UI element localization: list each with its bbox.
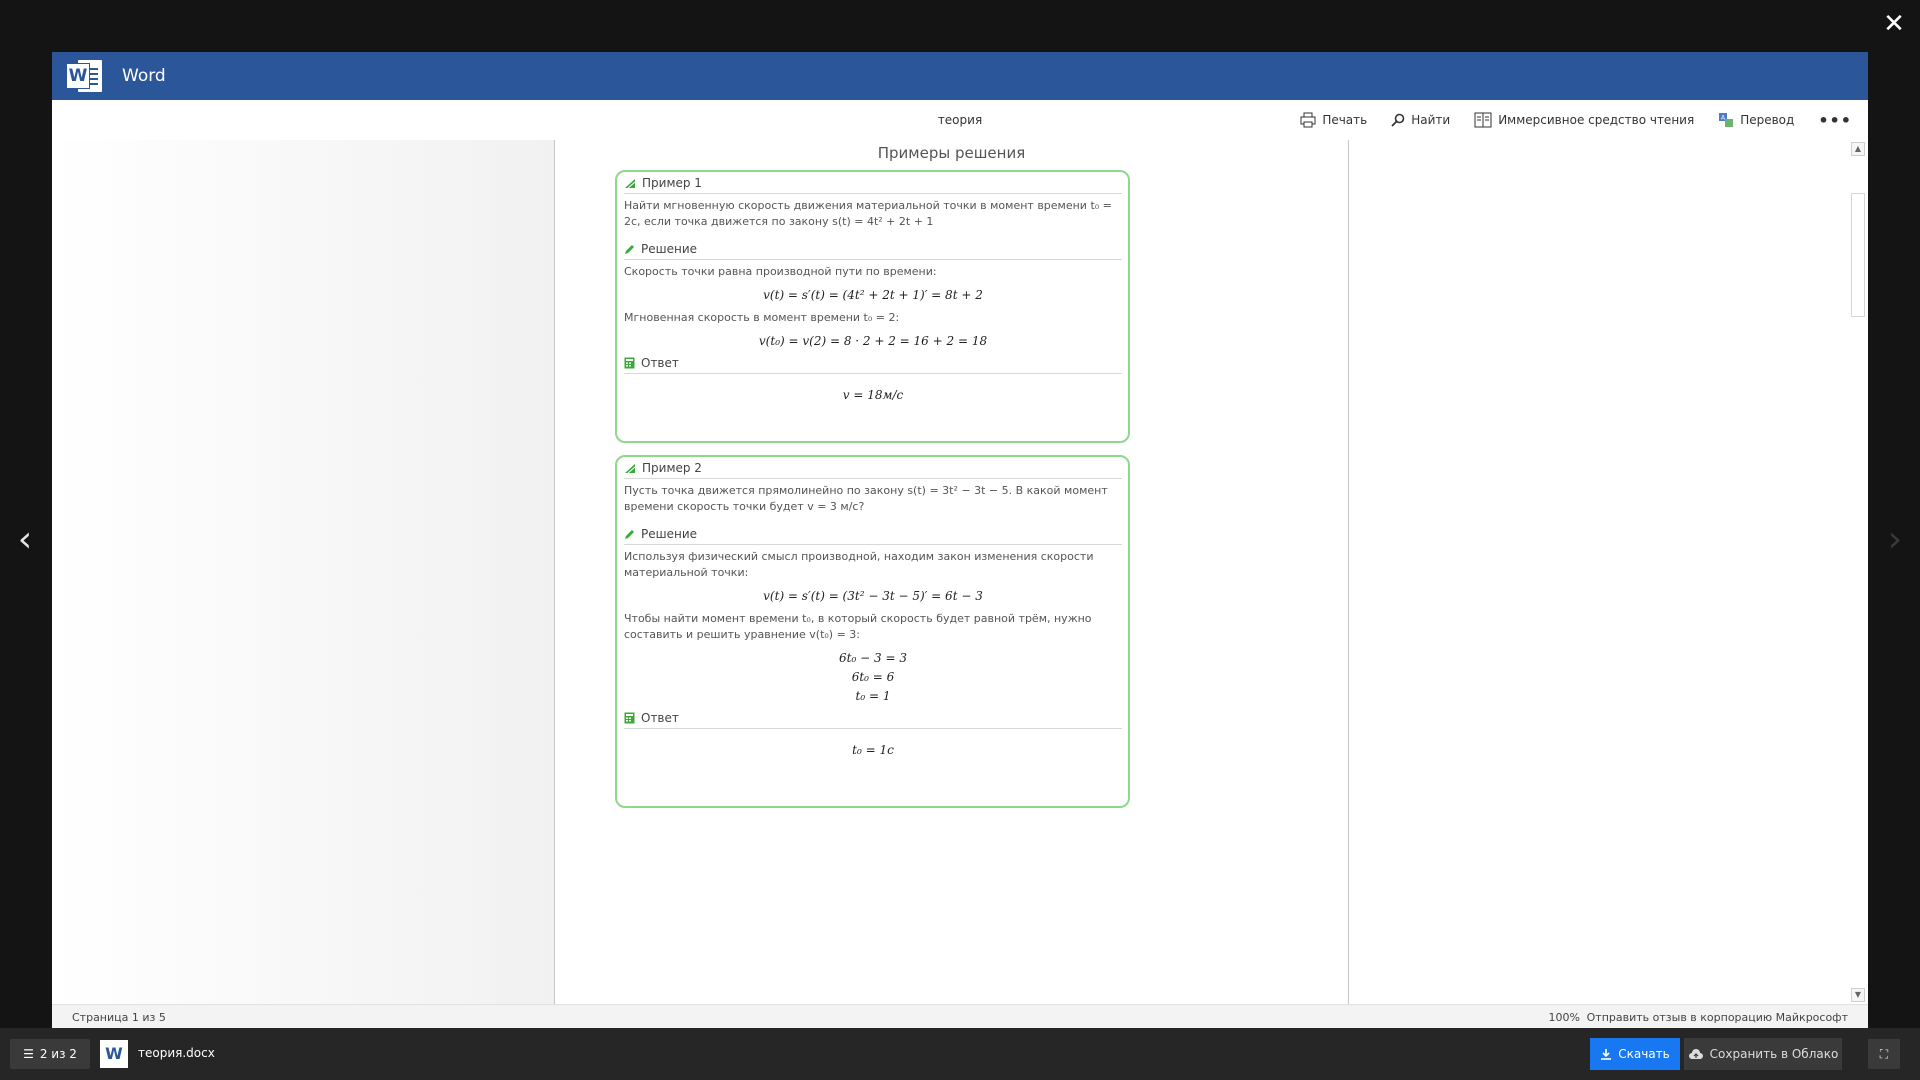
calculator-icon <box>624 357 635 369</box>
calculator-icon <box>624 712 635 724</box>
section-title: Примеры решения <box>877 144 1026 162</box>
solution-text: Скорость точки равна производной пути по… <box>624 265 937 278</box>
answer-title: Ответ <box>641 356 679 370</box>
translate-icon: A <box>1719 113 1734 127</box>
pencil-icon <box>625 529 634 539</box>
bottom-bar: ☰ 2 из 2 W теория.docx Скачать Сохранить… <box>0 1028 1920 1080</box>
immersive-reader-label: Иммерсивное средство чтения <box>1498 113 1695 127</box>
solution-title: Решение <box>641 527 698 541</box>
solution-text: Чтобы найти момент времени t₀, в который… <box>624 612 1092 641</box>
app-name: Word <box>122 66 166 86</box>
download-label: Скачать <box>1618 1047 1670 1061</box>
close-icon[interactable]: ✕ <box>1880 10 1908 38</box>
example-block: Пример 2 Пусть точка движется прямолиней… <box>615 455 1130 808</box>
equation-system: 6t₀ − 3 = 3 6t₀ = 6 t₀ = 1 <box>624 651 1122 703</box>
example-problem: Найти мгновенную скорость движения матер… <box>624 199 1112 228</box>
example-header: Пример 2 <box>624 461 1122 479</box>
solution-text: Мгновенная скорость в момент времени t₀ … <box>624 311 900 324</box>
document-viewer: W Word теория Печать Найти Иммерсивное с… <box>52 52 1868 1028</box>
download-button[interactable]: Скачать <box>1590 1038 1680 1070</box>
formula: v(t₀) = v(2) = 8 · 2 + 2 = 16 + 2 = 18 <box>758 334 988 348</box>
zoom-level[interactable]: 100% <box>1549 1011 1580 1024</box>
download-icon <box>1601 1049 1612 1060</box>
print-label: Печать <box>1322 113 1368 127</box>
scroll-thumb[interactable] <box>1851 193 1865 317</box>
example-header: Пример 1 <box>624 176 1122 194</box>
solution-header: Решение <box>624 527 1122 545</box>
translate-label: Перевод <box>1740 113 1795 127</box>
example-icon <box>625 463 636 473</box>
word-header: W Word <box>52 52 1868 100</box>
file-counter: 2 из 2 <box>39 1047 77 1061</box>
example-problem: Пусть точка движется прямолинейно по зак… <box>624 484 1108 513</box>
equation: 6t₀ − 3 = 3 <box>839 651 907 665</box>
answer-value: v = 18м/с <box>842 388 904 402</box>
more-icon[interactable]: ••• <box>1818 111 1852 130</box>
word-logo-icon: W <box>66 58 102 94</box>
answer-value: t₀ = 1c <box>852 743 894 757</box>
solution-text: Используя физический смысл производной, … <box>624 550 1094 579</box>
print-icon <box>1300 112 1316 128</box>
example-title: Пример 2 <box>642 461 702 475</box>
save-to-cloud-button[interactable]: Сохранить в Облако <box>1684 1038 1842 1070</box>
example-icon <box>625 178 636 188</box>
answer-header: Ответ <box>624 356 1122 374</box>
find-label: Найти <box>1411 113 1451 127</box>
page-count: Страница 1 из 5 <box>72 1011 166 1024</box>
example-title: Пример 1 <box>642 176 702 190</box>
cloud-label: Сохранить в Облако <box>1709 1047 1839 1061</box>
answer-header: Ответ <box>624 711 1122 729</box>
scroll-down-icon[interactable]: ▼ <box>1851 988 1865 1002</box>
file-counter-button[interactable]: ☰ 2 из 2 <box>10 1039 90 1069</box>
immersive-reader-icon <box>1474 112 1492 128</box>
formula: v(t) = s′(t) = (4t² + 2t + 1)′ = 8t + 2 <box>763 288 983 302</box>
status-bar: Страница 1 из 5 100% Отправить отзыв в к… <box>52 1004 1868 1028</box>
scroll-up-icon[interactable]: ▲ <box>1851 142 1865 156</box>
word-file-icon: W <box>100 1040 128 1068</box>
toolbar: теория Печать Найти Иммерсивное средство… <box>52 100 1868 140</box>
search-icon <box>1391 113 1405 127</box>
find-button[interactable]: Найти <box>1391 113 1450 127</box>
fullscreen-icon[interactable]: ⛶ <box>1868 1039 1900 1069</box>
cloud-upload-icon <box>1688 1049 1703 1059</box>
vertical-scrollbar[interactable]: ▲ ▼ <box>1848 140 1868 1004</box>
chevron-left-icon[interactable]: ‹ <box>10 520 40 560</box>
example-block: Пример 1 Найти мгновенную скорость движе… <box>615 170 1130 443</box>
formula: v(t) = s′(t) = (3t² − 3t − 5)′ = 6t − 3 <box>763 589 983 603</box>
document-page: Примеры решения Пример 1 Найти мгновенну… <box>554 140 1349 1004</box>
solution-header: Решение <box>624 242 1122 260</box>
equation: t₀ = 1 <box>855 689 891 703</box>
file-name: теория.docx <box>138 1046 215 1060</box>
translate-button[interactable]: A Перевод <box>1718 112 1794 128</box>
feedback-link[interactable]: Отправить отзыв в корпорацию Майкрософт <box>1587 1011 1848 1024</box>
immersive-reader-button[interactable]: Иммерсивное средство чтения <box>1474 112 1694 128</box>
document-area: Примеры решения Пример 1 Найти мгновенну… <box>52 140 1868 1004</box>
print-button[interactable]: Печать <box>1300 112 1367 128</box>
list-icon: ☰ <box>23 1047 34 1061</box>
equation: 6t₀ = 6 <box>851 670 895 684</box>
chevron-right-icon[interactable]: › <box>1880 520 1910 560</box>
pencil-icon <box>625 244 634 254</box>
answer-title: Ответ <box>641 711 679 725</box>
solution-title: Решение <box>641 242 698 256</box>
